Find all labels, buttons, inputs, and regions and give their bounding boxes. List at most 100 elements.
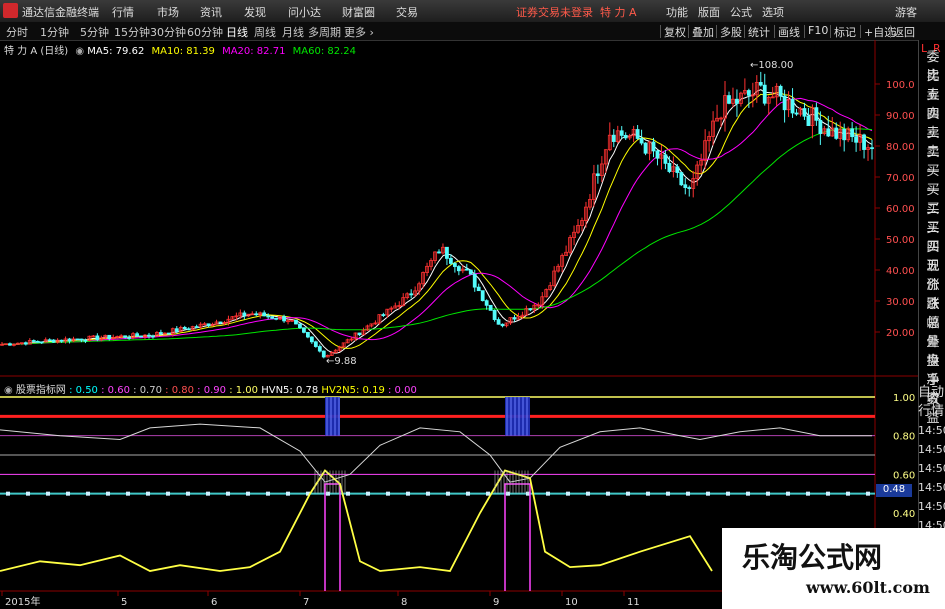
candle-body xyxy=(667,162,672,172)
candle-body xyxy=(651,141,656,152)
level-dot xyxy=(6,491,10,496)
candle-body xyxy=(206,323,211,327)
candle-body xyxy=(242,312,247,317)
menu-item-quotes[interactable]: 行情 xyxy=(112,4,134,20)
candle-body xyxy=(663,154,668,164)
indicator-settings-icon[interactable]: ◉ xyxy=(4,385,13,396)
candle-body xyxy=(409,293,414,296)
level-050: : 0.50 xyxy=(69,385,98,396)
candle-body xyxy=(818,119,823,134)
indicator-tick-label: 0.80 xyxy=(893,432,915,443)
period-timeshare[interactable]: 分时 xyxy=(6,24,28,40)
f10-button[interactable]: F10 xyxy=(808,24,828,37)
candle-body xyxy=(452,263,457,267)
period-5min[interactable]: 5分钟 xyxy=(80,24,109,40)
menu-item-assistant[interactable]: 问小达 xyxy=(288,4,321,20)
level-dot xyxy=(746,491,750,496)
candle-body xyxy=(464,268,469,271)
mark-button[interactable]: 标记 xyxy=(834,24,856,40)
candle-body xyxy=(449,258,453,264)
multi-stock-button[interactable]: 多股 xyxy=(720,24,742,40)
level-dot xyxy=(866,491,870,496)
level-dot xyxy=(86,491,90,496)
login-status[interactable]: 证券交易未登录 特 力 A xyxy=(516,4,637,20)
candle-body xyxy=(870,147,874,150)
menu-item-news[interactable]: 资讯 xyxy=(200,4,222,20)
menu-item-wealth-circle[interactable]: 财富圈 xyxy=(342,4,375,20)
menu-item-options[interactable]: 选项 xyxy=(762,4,784,20)
candle-body xyxy=(321,350,326,358)
draw-line-button[interactable]: 画线 xyxy=(778,24,800,40)
menu-item-function[interactable]: 功能 xyxy=(666,4,688,20)
menu-item-layout[interactable]: 版面 xyxy=(698,4,720,20)
candle-body xyxy=(758,82,763,86)
level-dot xyxy=(546,491,550,496)
back-button[interactable]: 返回 xyxy=(893,24,915,40)
divider xyxy=(660,25,661,38)
candle-body xyxy=(79,338,84,341)
watermark: 乐淘公式网 www.60lt.com xyxy=(722,528,945,609)
menu-item-trade[interactable]: 交易 xyxy=(396,4,418,20)
divider xyxy=(716,25,717,38)
candle-body xyxy=(655,150,660,159)
candle-body xyxy=(445,246,449,259)
candle-body xyxy=(254,313,259,316)
auto-quote-toggle[interactable]: 自动 xyxy=(918,383,944,402)
divider xyxy=(804,25,805,38)
chevron-right-icon: › xyxy=(369,26,374,39)
candle-body xyxy=(472,273,477,288)
level-dot xyxy=(366,491,370,496)
date-label: 2015年 xyxy=(5,595,40,608)
period-30min[interactable]: 30分钟 xyxy=(150,24,186,40)
price-tick-label: 30.00 xyxy=(886,297,915,308)
settings-icon[interactable]: ◉ xyxy=(75,46,84,57)
menu-item-market[interactable]: 市场 xyxy=(157,4,179,20)
hvn5-value: HVN5: 0.78 xyxy=(261,385,319,396)
candle-body xyxy=(194,326,199,329)
level-dot xyxy=(426,491,430,496)
candle-body xyxy=(8,343,12,346)
overlay-button[interactable]: 叠加 xyxy=(692,24,714,40)
candle-body xyxy=(95,335,100,340)
period-multi[interactable]: 多周期 xyxy=(308,24,341,40)
candle-body xyxy=(31,340,36,342)
hv2n5-value: HV2N5: 0.19 xyxy=(321,385,385,396)
period-daily[interactable]: 日线 xyxy=(226,24,248,40)
candle-body xyxy=(639,138,644,144)
period-more[interactable]: 更多 › xyxy=(344,24,374,40)
period-weekly[interactable]: 周线 xyxy=(254,24,276,40)
statistics-button[interactable]: 统计 xyxy=(748,24,770,40)
guest-user[interactable]: 游客 xyxy=(895,4,917,20)
menu-item-formula[interactable]: 公式 xyxy=(730,4,752,20)
level-dot xyxy=(726,491,730,496)
level-dot xyxy=(206,491,210,496)
level-dot xyxy=(786,491,790,496)
candle-body xyxy=(182,326,187,330)
candlestick-chart[interactable]: 100.0 90.00 80.00 70.00 60.00 50.00 40.00 30.00… xyxy=(0,40,918,609)
candle-body xyxy=(75,338,80,341)
menu-item-discover[interactable]: 发现 xyxy=(244,4,266,20)
tick-time: 14:50 xyxy=(918,443,945,456)
restore-rights-button[interactable]: 复权 xyxy=(664,24,686,40)
auto-quote-toggle[interactable]: 行情 xyxy=(918,402,944,421)
period-1min[interactable]: 1分钟 xyxy=(40,24,69,40)
candle-body xyxy=(512,317,517,320)
period-monthly[interactable]: 月线 xyxy=(282,24,304,40)
level-dot xyxy=(806,491,810,496)
period-60min[interactable]: 60分钟 xyxy=(187,24,223,40)
candle-body xyxy=(262,312,267,317)
date-label: 8 xyxy=(401,597,407,608)
candle-body xyxy=(484,300,489,306)
candle-body xyxy=(357,332,362,336)
candle-body xyxy=(488,304,493,311)
candle-body xyxy=(480,290,485,302)
candle-body xyxy=(675,166,680,173)
candle-body xyxy=(635,129,640,139)
candle-body xyxy=(135,333,139,337)
title-bar: 通达信金融终端 行情 市场 资讯 发现 问小达 财富圈 交易 证券交易未登录 特… xyxy=(0,0,945,23)
candle-body xyxy=(47,339,52,342)
divider xyxy=(830,25,831,38)
candle-body xyxy=(468,269,473,275)
level-dot xyxy=(226,491,230,496)
period-15min[interactable]: 15分钟 xyxy=(114,24,150,40)
